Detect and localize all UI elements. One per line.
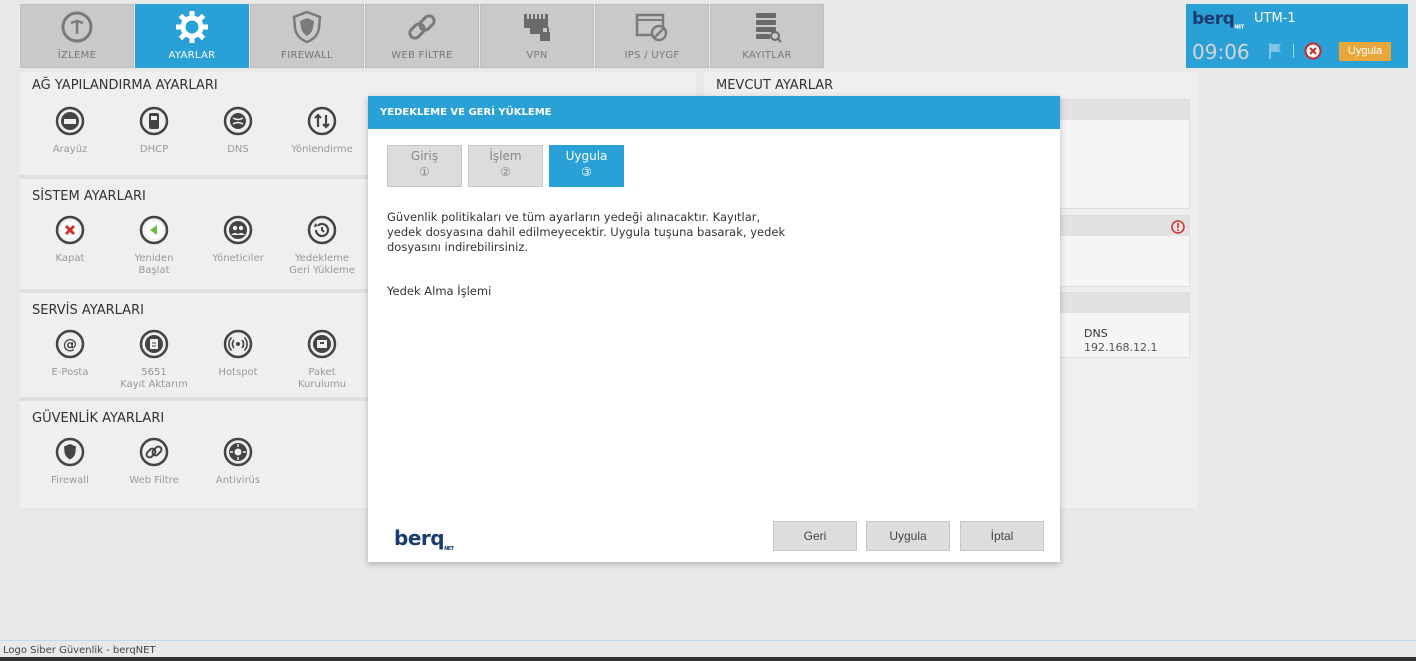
nav-tab-izleme[interactable]: İZLEME xyxy=(20,4,134,68)
section-title: GÜVENLİK AYARLARI xyxy=(32,411,165,426)
nav-tab-label: FIREWALL xyxy=(281,50,333,61)
window-blocked-icon xyxy=(632,7,672,47)
setting-antivirus[interactable]: Antivirüs xyxy=(196,437,280,487)
log-transfer-icon xyxy=(139,329,169,359)
step-uygula[interactable]: Uygula ③ xyxy=(549,145,624,187)
footer-bar xyxy=(0,657,1416,661)
cancel-button[interactable]: İptal xyxy=(960,521,1044,551)
nav-tab-label: AYARLAR xyxy=(168,50,216,61)
nav-tab-label: WEB FİLTRE xyxy=(391,50,453,61)
dialog-description: Güvenlik politikaları ve tüm ayarların y… xyxy=(387,210,786,254)
setting-yeniden-baslat[interactable]: Yeniden Başlat xyxy=(112,215,196,277)
backup-restore-dialog: YEDEKLEME VE GERİ YÜKLEME Giriş ① İşlem … xyxy=(368,96,1060,562)
wifi-hotspot-icon xyxy=(223,329,253,359)
shield-icon xyxy=(287,7,327,47)
back-button[interactable]: Geri xyxy=(773,521,857,551)
setting-arayuz[interactable]: Arayüz xyxy=(28,106,112,156)
setting-dns[interactable]: DNS xyxy=(196,106,280,156)
device-header: berqNET UTM-1 09:06 Uygula xyxy=(1186,4,1408,68)
device-name: UTM-1 xyxy=(1254,11,1296,26)
dns-label: DNS xyxy=(1084,327,1108,340)
divider xyxy=(1293,44,1294,58)
setting-yonlendirme[interactable]: Yönlendirme xyxy=(280,106,364,156)
shield-icon xyxy=(55,437,85,467)
close-circle-icon xyxy=(55,215,85,245)
network-interface-icon xyxy=(55,106,85,136)
backup-restore-icon xyxy=(307,215,337,245)
warning-icon xyxy=(1171,220,1185,234)
nav-tab-web-filtre[interactable]: WEB FİLTRE xyxy=(365,4,479,68)
nav-tab-label: IPS / UYGF xyxy=(624,50,680,61)
at-sign-icon: @ xyxy=(55,329,85,359)
setting-dhcp[interactable]: DHCP xyxy=(112,106,196,156)
process-label: Yedek Alma İşlemi xyxy=(387,284,492,298)
gauge-icon xyxy=(57,7,97,47)
clock: 09:06 xyxy=(1192,40,1250,64)
network-port-lock-icon xyxy=(517,7,557,47)
setting-yedekleme[interactable]: Yedekleme Geri Yükleme xyxy=(280,215,364,277)
step-islem[interactable]: İşlem ② xyxy=(468,145,543,187)
footer-text: Logo Siber Güvenlik - berqNET xyxy=(3,645,156,656)
nav-tab-ayarlar[interactable]: AYARLAR xyxy=(135,4,249,68)
restart-icon xyxy=(139,215,169,245)
nav-tab-label: İZLEME xyxy=(57,50,97,61)
gear-icon xyxy=(172,7,212,47)
globe-icon xyxy=(223,106,253,136)
dns-value: 192.168.12.1 xyxy=(1084,341,1158,354)
database-search-icon xyxy=(747,7,787,47)
apply-button[interactable]: Uygula xyxy=(866,521,950,551)
setting-web-filtre[interactable]: Web Filtre xyxy=(112,437,196,487)
virus-icon xyxy=(223,437,253,467)
nav-tab-vpn[interactable]: VPN xyxy=(480,4,594,68)
setting-paket[interactable]: Paket Kurulumu xyxy=(280,329,364,391)
section-title: SİSTEM AYARLARI xyxy=(32,189,146,204)
package-icon xyxy=(307,329,337,359)
users-icon xyxy=(223,215,253,245)
brand-logo: berqNET xyxy=(1192,9,1244,31)
routing-arrows-icon xyxy=(307,106,337,136)
wizard-steps: Giriş ① İşlem ② Uygula ③ xyxy=(387,145,624,187)
nav-tab-ips-uygf[interactable]: IPS / UYGF xyxy=(595,4,709,68)
setting-firewall[interactable]: Firewall xyxy=(28,437,112,487)
section-title: MEVCUT AYARLAR xyxy=(716,78,834,93)
setting-5651[interactable]: 5651 Kayıt Aktarım xyxy=(112,329,196,391)
chain-link-icon xyxy=(402,7,442,47)
section-title: SERVİS AYARLARI xyxy=(32,303,144,318)
step-giris[interactable]: Giriş ① xyxy=(387,145,462,187)
main-nav: İZLEME AYARLAR FIREWALL WEB FİLTRE VPN I… xyxy=(20,4,825,68)
nav-tab-label: VPN xyxy=(526,50,548,61)
dhcp-server-icon xyxy=(139,106,169,136)
chain-link-icon xyxy=(139,437,169,467)
apply-button[interactable]: Uygula xyxy=(1339,42,1391,61)
nav-tab-kayitlar[interactable]: KAYITLAR xyxy=(710,4,824,68)
nav-tab-label: KAYITLAR xyxy=(742,50,792,61)
brand-logo: berqNET xyxy=(394,526,454,552)
setting-eposta[interactable]: @ E-Posta xyxy=(28,329,112,379)
discard-changes-icon[interactable] xyxy=(1304,42,1322,60)
nav-tab-firewall[interactable]: FIREWALL xyxy=(250,4,364,68)
setting-kapat[interactable]: Kapat xyxy=(28,215,112,265)
dialog-title: YEDEKLEME VE GERİ YÜKLEME xyxy=(368,96,1060,129)
section-title: AĞ YAPILANDIRMA AYARLARI xyxy=(32,78,218,93)
svg-text:@: @ xyxy=(63,337,77,353)
setting-hotspot[interactable]: Hotspot xyxy=(196,329,280,379)
flag-icon[interactable] xyxy=(1268,42,1284,60)
setting-yoneticiler[interactable]: Yöneticiler xyxy=(196,215,280,265)
